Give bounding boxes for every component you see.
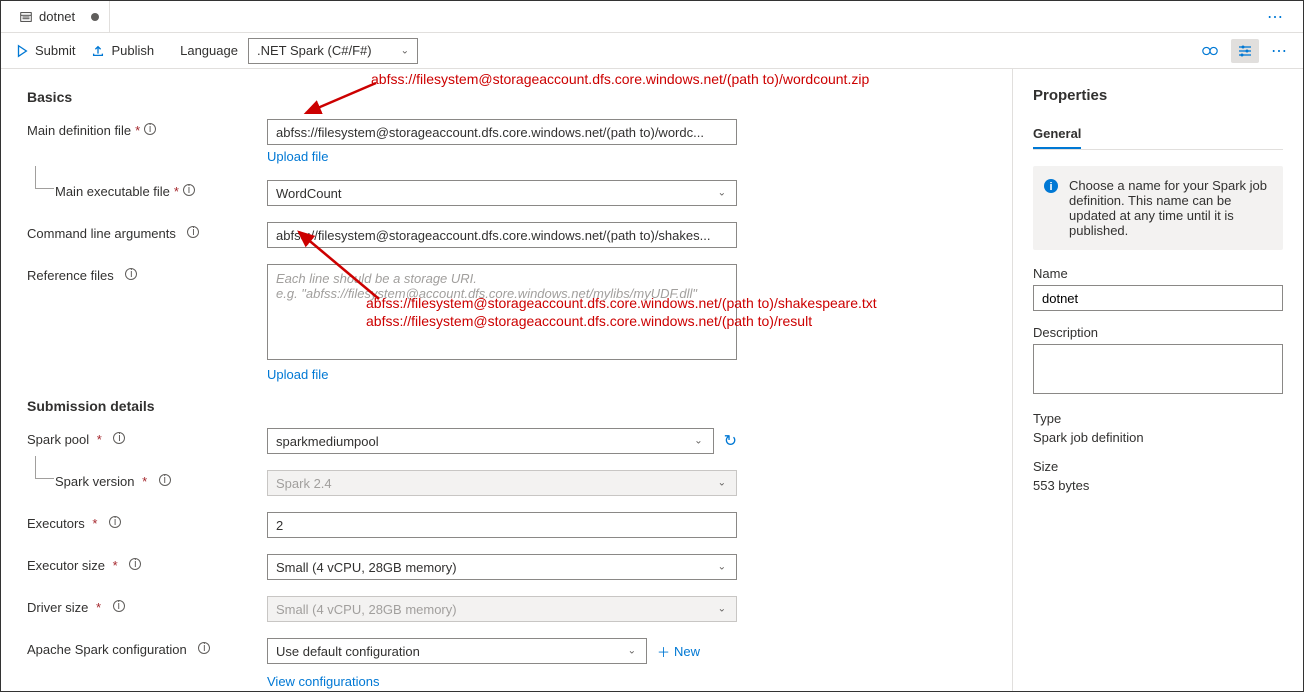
cmd-args-label: Command line arguments i [27,222,267,248]
publish-icon [91,44,105,58]
job-icon [19,10,33,24]
view-configs-link[interactable]: View configurations [267,674,380,689]
svg-text:i: i [1049,181,1052,193]
ref-files-label: Reference files i [27,264,267,382]
ref-files-textarea[interactable] [267,264,737,360]
type-label: Type [1033,411,1283,426]
info-icon[interactable]: i [198,642,210,654]
spark-version-value: Spark 2.4 [276,476,332,491]
refresh-icon[interactable]: ↻ [724,431,737,451]
executor-size-select[interactable]: Small (4 vCPU, 28GB memory) ⌄ [267,554,737,580]
main-def-label: Main definition file*i [27,119,267,164]
name-label: Name [1033,266,1283,281]
chevron-down-icon: ⌄ [628,646,636,657]
executor-size-value: Small (4 vCPU, 28GB memory) [276,560,457,575]
chevron-down-icon: ⌄ [401,45,409,56]
chevron-down-icon: ⌄ [718,478,726,489]
desc-label: Description [1033,325,1283,340]
driver-size-select: Small (4 vCPU, 28GB memory) ⌄ [267,596,737,622]
new-config-button[interactable]: ＋ New [657,642,700,661]
submit-label: Submit [35,43,75,58]
cmd-args-input[interactable] [267,222,737,248]
upload-file-link[interactable]: Upload file [267,149,328,164]
tab-more-icon[interactable]: ⋯ [1267,7,1295,27]
info-icon[interactable]: i [183,184,195,196]
info-icon: i [1043,178,1059,194]
submit-button[interactable]: Submit [15,43,75,58]
tab-general[interactable]: General [1033,120,1081,149]
main-exec-value: WordCount [276,186,342,201]
info-icon[interactable]: i [113,600,125,612]
chevron-down-icon: ⌄ [718,188,726,199]
size-value: 553 bytes [1033,478,1283,493]
play-icon [15,44,29,58]
spark-config-label: Apache Spark configuration i [27,638,267,664]
spark-config-select[interactable]: Use default configuration ⌄ [267,638,647,664]
chevron-down-icon: ⌄ [718,604,726,615]
language-group: Language .NET Spark (C#/F#) ⌄ [180,38,418,64]
spark-version-select: Spark 2.4 ⌄ [267,470,737,496]
form-panel: abfss://filesystem@storageaccount.dfs.co… [1,69,1013,691]
info-text: Choose a name for your Spark job definit… [1069,178,1267,238]
desc-textarea[interactable] [1033,344,1283,394]
annotation-main-def: abfss://filesystem@storageaccount.dfs.co… [371,71,869,87]
size-label: Size [1033,459,1283,474]
executors-input[interactable] [267,512,737,538]
spark-config-value: Use default configuration [276,644,420,659]
name-input[interactable] [1033,285,1283,311]
executors-label: Executors * i [27,512,267,538]
info-box: i Choose a name for your Spark job defin… [1033,166,1283,250]
info-icon[interactable]: i [109,516,121,528]
chevron-down-icon: ⌄ [694,436,702,447]
type-value: Spark job definition [1033,430,1283,445]
properties-panel: Properties General i Choose a name for y… [1013,69,1303,691]
properties-tabs: General [1033,120,1283,150]
executor-size-label: Executor size * i [27,554,267,580]
driver-size-label: Driver size * i [27,596,267,622]
language-select[interactable]: .NET Spark (C#/F#) ⌄ [248,38,418,64]
main-exec-select[interactable]: WordCount ⌄ [267,180,737,206]
tab-title: dotnet [39,9,75,24]
properties-title: Properties [1033,87,1283,104]
spark-version-label: Spark version * i [27,470,267,496]
driver-size-value: Small (4 vCPU, 28GB memory) [276,602,457,617]
upload-file-link-2[interactable]: Upload file [267,367,328,382]
info-icon[interactable]: i [187,226,199,238]
more-icon[interactable]: ⋯ [1271,41,1289,61]
related-icon[interactable] [1201,42,1219,60]
modified-indicator-icon [91,13,99,21]
info-icon[interactable]: i [144,123,156,135]
plus-icon: ＋ [657,642,670,661]
publish-button[interactable]: Publish [91,43,154,58]
tab-bar: dotnet ⋯ [1,1,1303,33]
info-icon[interactable]: i [113,432,125,444]
submission-title: Submission details [27,398,986,414]
language-value: .NET Spark (C#/F#) [257,43,372,58]
spark-pool-value: sparkmediumpool [276,434,379,449]
basics-title: Basics [27,89,986,105]
publish-label: Publish [111,43,154,58]
spark-pool-select[interactable]: sparkmediumpool ⌄ [267,428,714,454]
info-icon[interactable]: i [159,474,171,486]
toolbar: Submit Publish Language .NET Spark (C#/F… [1,33,1303,69]
info-icon[interactable]: i [125,268,137,280]
main-def-input[interactable] [267,119,737,145]
chevron-down-icon: ⌄ [718,562,726,573]
settings-icon[interactable] [1231,39,1259,63]
info-icon[interactable]: i [129,558,141,570]
spark-pool-label: Spark pool * i [27,428,267,454]
editor-tab[interactable]: dotnet [9,1,110,32]
main-exec-label: Main executable file*i [27,180,267,206]
language-label: Language [180,43,238,58]
